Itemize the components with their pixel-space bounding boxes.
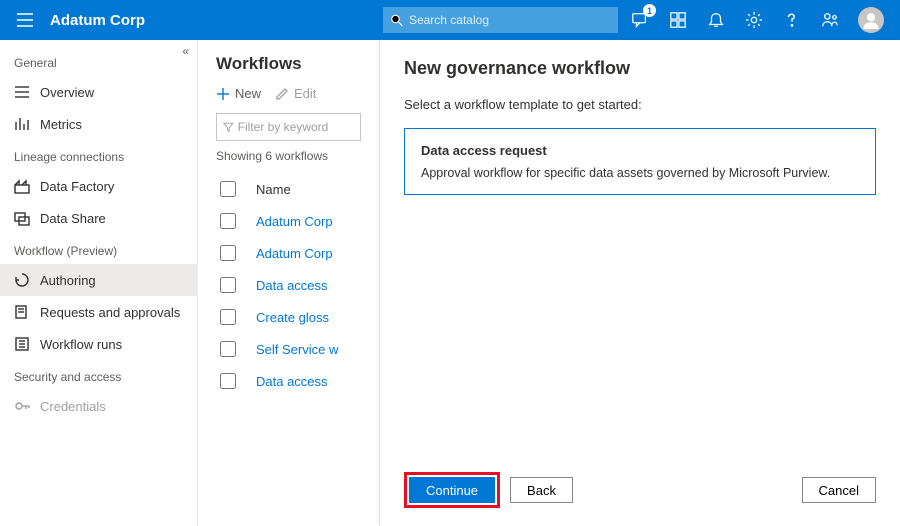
row-link[interactable]: Data access — [256, 374, 328, 389]
table-row[interactable]: Data access — [216, 269, 361, 301]
row-checkbox[interactable] — [220, 213, 236, 229]
sidebar-item-requests[interactable]: Requests and approvals — [0, 296, 197, 328]
continue-button[interactable]: Continue — [409, 477, 495, 503]
row-checkbox[interactable] — [220, 277, 236, 293]
sidebar: « General Overview Metrics Lineage conne… — [0, 40, 198, 526]
search-box[interactable] — [383, 7, 618, 33]
new-workflow-panel: New governance workflow Select a workflo… — [380, 40, 900, 526]
sidebar-item-label: Data Share — [40, 211, 106, 226]
table-header: Name — [216, 173, 361, 205]
filter-input[interactable] — [238, 120, 354, 134]
panel-footer: Continue Back Cancel — [404, 460, 876, 508]
hamburger-icon[interactable] — [10, 13, 40, 27]
panel-hint: Select a workflow template to get starte… — [404, 97, 876, 112]
sidebar-item-label: Overview — [40, 85, 94, 100]
sidebar-item-data-share[interactable]: Data Share — [0, 202, 197, 234]
workflows-title: Workflows — [216, 54, 361, 74]
row-checkbox[interactable] — [220, 341, 236, 357]
avatar[interactable] — [858, 7, 884, 33]
sidebar-item-label: Workflow runs — [40, 337, 122, 352]
collections-icon[interactable] — [668, 10, 688, 30]
row-link[interactable]: Adatum Corp — [256, 246, 333, 261]
template-desc: Approval workflow for specific data asse… — [421, 166, 859, 180]
workflows-toolbar: New Edit — [216, 86, 361, 101]
search-input[interactable] — [409, 13, 610, 27]
workflows-pane: Workflows New Edit Showing 6 workflows N… — [198, 40, 380, 526]
table-row[interactable]: Create gloss — [216, 301, 361, 333]
collapse-toggle[interactable]: « — [182, 44, 189, 58]
column-name: Name — [256, 182, 291, 197]
feedback-badge: 1 — [643, 4, 656, 17]
top-icon-bar: 1 — [630, 7, 884, 33]
row-link[interactable]: Self Service w — [256, 342, 338, 357]
back-button[interactable]: Back — [510, 477, 573, 503]
sidebar-group-security: Security and access — [0, 360, 197, 390]
select-all-checkbox[interactable] — [220, 181, 236, 197]
edit-workflow-button[interactable]: Edit — [275, 86, 316, 101]
settings-icon[interactable] — [744, 10, 764, 30]
sidebar-group-lineage: Lineage connections — [0, 140, 197, 170]
table-row[interactable]: Adatum Corp — [216, 237, 361, 269]
top-bar: Adatum Corp 1 — [0, 0, 900, 40]
filter-box[interactable] — [216, 113, 361, 141]
sidebar-item-label: Data Factory — [40, 179, 114, 194]
new-workflow-button[interactable]: New — [216, 86, 261, 101]
showing-count: Showing 6 workflows — [216, 149, 361, 163]
sidebar-item-overview[interactable]: Overview — [0, 76, 197, 108]
template-title: Data access request — [421, 143, 859, 158]
sidebar-item-label: Authoring — [40, 273, 96, 288]
continue-highlight: Continue — [404, 472, 500, 508]
cancel-button[interactable]: Cancel — [802, 477, 876, 503]
row-checkbox[interactable] — [220, 373, 236, 389]
brand-title: Adatum Corp — [50, 12, 145, 29]
row-link[interactable]: Create gloss — [256, 310, 329, 325]
sidebar-item-metrics[interactable]: Metrics — [0, 108, 197, 140]
table-row[interactable]: Adatum Corp — [216, 205, 361, 237]
sidebar-item-label: Metrics — [40, 117, 82, 132]
help-icon[interactable] — [782, 10, 802, 30]
sidebar-item-credentials[interactable]: Credentials — [0, 390, 197, 422]
feedback-icon[interactable]: 1 — [630, 10, 650, 30]
table-row[interactable]: Data access — [216, 365, 361, 397]
panel-title: New governance workflow — [404, 58, 876, 79]
sidebar-item-label: Credentials — [40, 399, 106, 414]
row-checkbox[interactable] — [220, 245, 236, 261]
row-checkbox[interactable] — [220, 309, 236, 325]
directory-icon[interactable] — [820, 10, 840, 30]
sidebar-item-workflow-runs[interactable]: Workflow runs — [0, 328, 197, 360]
table-row[interactable]: Self Service w — [216, 333, 361, 365]
row-link[interactable]: Adatum Corp — [256, 214, 333, 229]
sidebar-group-general: General — [0, 46, 197, 76]
sidebar-item-label: Requests and approvals — [40, 305, 180, 320]
sidebar-item-data-factory[interactable]: Data Factory — [0, 170, 197, 202]
sidebar-group-workflow: Workflow (Preview) — [0, 234, 197, 264]
sidebar-item-authoring[interactable]: Authoring — [0, 264, 197, 296]
row-link[interactable]: Data access — [256, 278, 328, 293]
notifications-icon[interactable] — [706, 10, 726, 30]
template-card-data-access[interactable]: Data access request Approval workflow fo… — [404, 128, 876, 195]
